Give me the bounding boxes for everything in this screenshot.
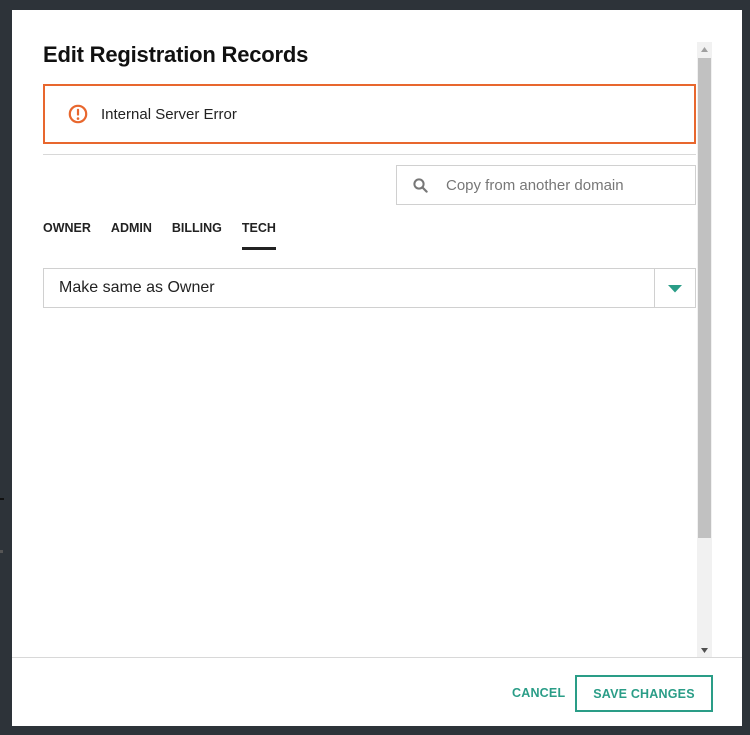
scroll-up-arrow-icon[interactable] [697, 42, 712, 56]
edit-registration-dialog: Edit Registration Records Internal Serve… [12, 10, 742, 726]
copy-domain-search[interactable] [396, 165, 696, 205]
dialog-title: Edit Registration Records [43, 42, 309, 67]
tab-owner[interactable]: OWNER [43, 220, 91, 250]
backdrop-marks [0, 498, 4, 553]
select-value: Make same as Owner [59, 279, 215, 296]
error-message: Internal Server Error [101, 105, 237, 123]
contact-tabs: OWNER ADMIN BILLING TECH [43, 220, 296, 252]
scrollbar-thumb[interactable] [698, 58, 711, 538]
tab-billing[interactable]: BILLING [172, 220, 222, 250]
save-changes-button[interactable]: SAVE CHANGES [575, 675, 713, 712]
dialog-footer: CANCEL SAVE CHANGES [12, 657, 742, 726]
contact-source-select[interactable]: Make same as Owner [43, 268, 696, 308]
tab-admin[interactable]: ADMIN [111, 220, 152, 250]
search-icon [412, 177, 428, 193]
select-dropdown-button[interactable] [654, 269, 695, 307]
tab-tech[interactable]: TECH [241, 220, 276, 250]
dialog-content: Edit Registration Records Internal Serve… [12, 10, 742, 657]
scrollbar[interactable] [697, 42, 712, 657]
alert-circle-icon [67, 103, 89, 125]
cancel-button[interactable]: CANCEL [512, 684, 565, 702]
search-input[interactable] [446, 176, 676, 194]
caret-down-icon [668, 284, 682, 292]
error-alert: Internal Server Error [43, 84, 696, 144]
divider [43, 154, 696, 155]
scroll-down-arrow-icon[interactable] [697, 643, 712, 657]
